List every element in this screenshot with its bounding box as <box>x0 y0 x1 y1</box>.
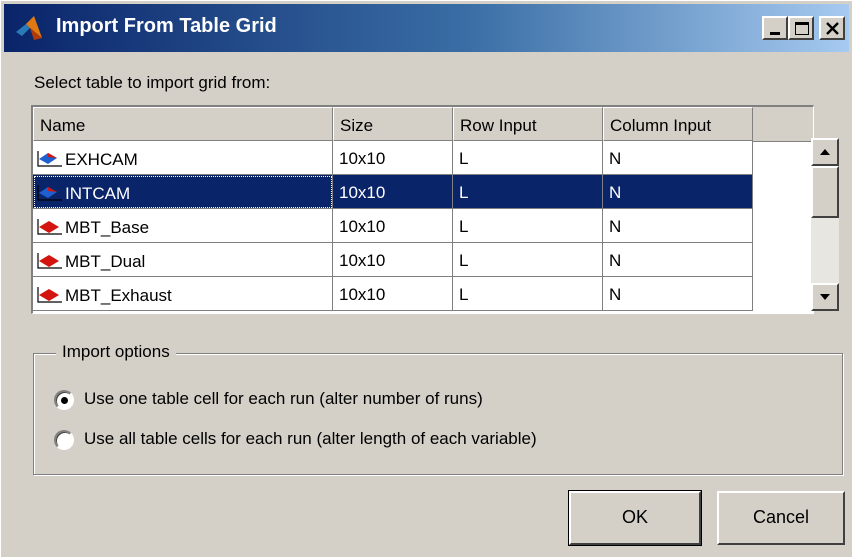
cell-text: MBT_Exhaust <box>65 286 172 305</box>
close-button[interactable] <box>819 16 845 40</box>
matlab-logo-icon <box>16 16 42 40</box>
cell-text: MBT_Base <box>65 218 150 237</box>
table-row[interactable]: MBT_Dual 10x10 L N <box>33 243 753 277</box>
cell-text: 10x10 <box>339 149 386 168</box>
table-cell-row-input: L <box>453 209 603 243</box>
cell-text: N <box>609 285 622 304</box>
cell-text: N <box>609 183 622 202</box>
table-cell-name: EXHCAM <box>33 141 333 175</box>
table-cell-size: 10x10 <box>333 175 453 209</box>
close-icon <box>826 22 839 35</box>
scroll-down-button[interactable] <box>811 283 839 311</box>
table-cell-row-input: L <box>453 141 603 175</box>
table-cell-name: MBT_Dual <box>33 243 333 277</box>
radio-button[interactable] <box>54 430 74 450</box>
scroll-thumb[interactable] <box>811 166 839 218</box>
table-list[interactable]: Name Size Row Input Column Input EXHCAM 1… <box>31 105 814 314</box>
table-cell-column-input: N <box>603 141 753 175</box>
header-filler <box>753 107 813 142</box>
import-dialog: Import From Table Grid Select table to i… <box>0 0 853 558</box>
cell-text: N <box>609 149 622 168</box>
cell-text: L <box>459 285 469 304</box>
red-table-icon <box>37 287 62 303</box>
ok-button[interactable]: OK <box>568 490 702 546</box>
table-cell-size: 10x10 <box>333 243 453 277</box>
cell-text: INTCAM <box>65 184 131 203</box>
table-cell-name: MBT_Base <box>33 209 333 243</box>
table-cell-column-input: N <box>603 243 753 277</box>
radio-button[interactable] <box>54 390 74 410</box>
cell-text: 10x10 <box>339 285 386 304</box>
cell-text: 10x10 <box>339 183 386 202</box>
cell-text: N <box>609 217 622 236</box>
table-row[interactable]: MBT_Base 10x10 L N <box>33 209 753 243</box>
maximize-button[interactable] <box>788 16 814 40</box>
table-cell-size: 10x10 <box>333 277 453 311</box>
red-table-icon <box>37 253 62 269</box>
table-row[interactable]: INTCAM 10x10 L N <box>33 175 753 209</box>
cell-text: EXHCAM <box>65 150 138 169</box>
cell-text: MBT_Dual <box>65 252 146 271</box>
minimize-button[interactable] <box>762 16 788 40</box>
table-cell-column-input: N <box>603 277 753 311</box>
cell-text: L <box>459 149 469 168</box>
arrow-up-icon <box>820 149 830 155</box>
table-cell-row-input: L <box>453 243 603 277</box>
cell-text: 10x10 <box>339 251 386 270</box>
column-header-row-input[interactable]: Row Input <box>453 107 603 141</box>
radio-label[interactable]: Use all table cells for each run (alter … <box>84 429 537 449</box>
column-header-size[interactable]: Size <box>333 107 453 141</box>
scroll-up-button[interactable] <box>811 138 839 166</box>
cell-text: L <box>459 183 469 202</box>
cancel-button[interactable]: Cancel <box>717 491 845 545</box>
table-cell-size: 10x10 <box>333 209 453 243</box>
vertical-scrollbar[interactable] <box>811 138 839 311</box>
radio-dot-icon <box>61 397 68 404</box>
minimize-icon <box>770 32 780 35</box>
surface-table-icon <box>37 185 62 201</box>
table-cell-column-input: N <box>603 209 753 243</box>
surface-table-icon <box>37 151 62 167</box>
cell-text: 10x10 <box>339 217 386 236</box>
red-table-icon <box>37 219 62 235</box>
group-title: Import options <box>56 342 176 362</box>
table-cell-name: INTCAM <box>33 175 333 209</box>
cell-text: N <box>609 251 622 270</box>
table-cell-row-input: L <box>453 175 603 209</box>
table-cell-size: 10x10 <box>333 141 453 175</box>
window-title: Import From Table Grid <box>56 15 277 37</box>
column-header-column-input[interactable]: Column Input <box>603 107 753 141</box>
maximize-icon <box>795 22 809 35</box>
table-cell-column-input: N <box>603 175 753 209</box>
cell-text: L <box>459 251 469 270</box>
radio-label[interactable]: Use one table cell for each run (alter n… <box>84 389 483 409</box>
import-options-group: Import options Use one table cell for ea… <box>33 342 843 475</box>
table-row[interactable]: EXHCAM 10x10 L N <box>33 141 753 175</box>
cell-text: L <box>459 217 469 236</box>
column-header-name[interactable]: Name <box>33 107 333 141</box>
table-row[interactable]: MBT_Exhaust 10x10 L N <box>33 277 753 311</box>
table-cell-name: MBT_Exhaust <box>33 277 333 311</box>
title-bar[interactable]: Import From Table Grid <box>4 4 849 52</box>
instruction-label: Select table to import grid from: <box>34 73 271 92</box>
arrow-down-icon <box>820 294 830 300</box>
table-cell-row-input: L <box>453 277 603 311</box>
